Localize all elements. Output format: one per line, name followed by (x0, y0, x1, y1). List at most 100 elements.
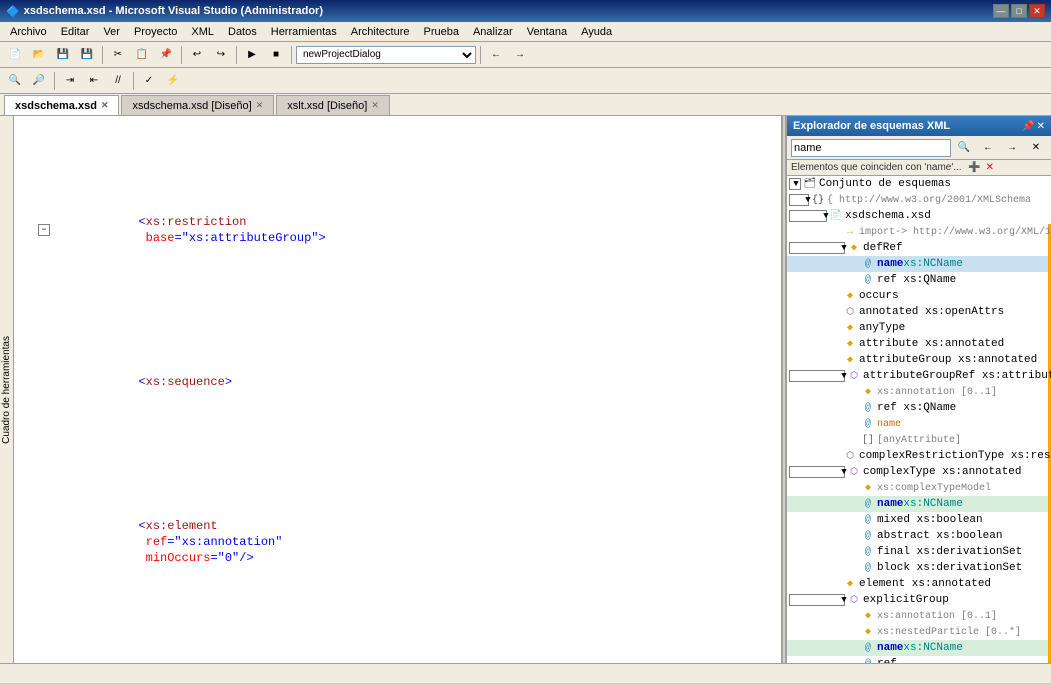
tree-xsdschema[interactable]: ▼ 📄 xsdschema.xsd (787, 208, 1051, 224)
menu-prueba[interactable]: Prueba (417, 25, 464, 39)
tree-expand-attrgroupref[interactable]: ▼ (789, 370, 845, 382)
tree-attrgroup[interactable]: ◆ attributeGroup xs:annotated (787, 352, 1051, 368)
toolbar-undo-btn[interactable]: ↩ (186, 45, 208, 65)
toolbar-cut-btn[interactable]: ✂ (107, 45, 129, 65)
tree-expand-w3c[interactable]: ▼ (789, 194, 809, 206)
toolbar-find-btn[interactable]: 🔎 (28, 71, 50, 91)
tab-xslt-design[interactable]: xslt.xsd [Diseño] ✕ (276, 95, 390, 115)
tree-root[interactable]: ▼ 🗂 Conjunto de esquemas (787, 176, 1051, 192)
toolbar-validate-btn[interactable]: ✓ (138, 71, 160, 91)
tree-attrgroupref[interactable]: ▼ ⬡ attributeGroupRef xs:attributeGrou (787, 368, 1051, 384)
collapse-1[interactable]: − (38, 224, 50, 236)
schema-nav-back-btn[interactable]: ← (977, 138, 999, 158)
menu-archivo[interactable]: Archivo (4, 25, 53, 39)
tree-agr-ref[interactable]: @ ref xs:QName (787, 400, 1051, 416)
tree-occurs[interactable]: ◆ occurs (787, 288, 1051, 304)
tree-expand-defref[interactable]: ▼ (789, 242, 845, 254)
toolbar-save-all-btn[interactable]: 💾 (76, 45, 98, 65)
toolbar-comment-btn[interactable]: // (107, 71, 129, 91)
tree-expand-explicitgroup[interactable]: ▼ (789, 594, 845, 606)
menu-herramientas[interactable]: Herramientas (265, 25, 343, 39)
toolbar-stop-btn[interactable]: ■ (265, 45, 287, 65)
toolbar-copy-btn[interactable]: 📋 (131, 45, 153, 65)
search-results-label: Elementos que coinciden con 'name'... ➕ … (787, 160, 1051, 176)
toolbar-redo-btn[interactable]: ↪ (210, 45, 232, 65)
main-layout: Cuadro de herramientas − <xs:restriction… (0, 116, 1051, 663)
menu-ayuda[interactable]: Ayuda (575, 25, 618, 39)
menu-editar[interactable]: Editar (55, 25, 96, 39)
tree-ct-block[interactable]: @ block xs:derivationSet (787, 560, 1051, 576)
tree-element[interactable]: ◆ element xs:annotated (787, 576, 1051, 592)
menu-proyecto[interactable]: Proyecto (128, 25, 183, 39)
project-combo[interactable]: newProjectDialog (296, 46, 476, 64)
toolbar-build-btn[interactable]: ▶ (241, 45, 263, 65)
tree-defref[interactable]: ▼ ◆ defRef (787, 240, 1051, 256)
toolbar-back-btn[interactable]: ← (485, 45, 507, 65)
menu-analizar[interactable]: Analizar (467, 25, 519, 39)
tree-ct-abstract[interactable]: @ abstract xs:boolean (787, 528, 1051, 544)
toolbar-open-btn[interactable]: 📂 (28, 45, 50, 65)
tree-defref-ref[interactable]: @ ref xs:QName (787, 272, 1051, 288)
tree-w3c[interactable]: ▼ {} { http://www.w3.org/2001/XMLSchema (787, 192, 1051, 208)
tree-eg-name[interactable]: @ name xs:NCName (787, 640, 1051, 656)
search-clear-icon[interactable]: ✕ (986, 162, 994, 173)
tree-ct-name-type: xs:NCName (903, 498, 962, 510)
tree-defref-name[interactable]: @ name xs:NCName (787, 256, 1051, 272)
tree-attribute[interactable]: ◆ attribute xs:annotated (787, 336, 1051, 352)
code-editor[interactable]: − <xs:restriction base="xs:attributeGrou… (14, 116, 782, 663)
panel-close-btn[interactable]: ✕ (1037, 121, 1045, 132)
tree-expand-xsdschema[interactable]: ▼ (789, 210, 827, 222)
agr-name-icon: @ (861, 417, 875, 431)
tree-expand-root[interactable]: ▼ (789, 178, 801, 190)
tree-agr-anyattr[interactable]: [] [anyAttribute] (787, 432, 1051, 448)
tab-close-2[interactable]: ✕ (371, 100, 379, 111)
toolbar-paste-btn[interactable]: 📌 (155, 45, 177, 65)
tree-attrgroupref-label: attributeGroupRef xs:attributeGrou (863, 370, 1051, 382)
close-button[interactable]: ✕ (1029, 4, 1045, 18)
tree-eg-ref[interactable]: @ ref (787, 656, 1051, 663)
menu-ventana[interactable]: Ventana (521, 25, 573, 39)
schema-search-input[interactable] (791, 139, 951, 157)
schema-search-btn[interactable]: 🔍 (953, 138, 975, 158)
tab-close-0[interactable]: ✕ (101, 100, 109, 111)
menu-datos[interactable]: Datos (222, 25, 263, 39)
toolbar-new-btn[interactable]: 📄 (4, 45, 26, 65)
toolbar-search-btn[interactable]: 🔍 (4, 71, 26, 91)
toolbar-forward-btn[interactable]: → (509, 45, 531, 65)
tree-anytype[interactable]: ◆ anyType (787, 320, 1051, 336)
tree-ct-model[interactable]: ◆ xs:complexTypeModel (787, 480, 1051, 496)
toolbar-xslt-btn[interactable]: ⚡ (162, 71, 184, 91)
tree-import[interactable]: → import-> http://www.w3.org/XML/1 (787, 224, 1051, 240)
minimize-button[interactable]: — (993, 4, 1009, 18)
panel-pin-btn[interactable]: 📌 (1022, 121, 1034, 132)
schema-close-btn[interactable]: ✕ (1025, 138, 1047, 158)
menu-architecture[interactable]: Architecture (345, 25, 416, 39)
tree-ct-mixed[interactable]: @ mixed xs:boolean (787, 512, 1051, 528)
tree-expand-complextype[interactable]: ▼ (789, 466, 845, 478)
code-content[interactable]: − <xs:restriction base="xs:attributeGrou… (14, 116, 781, 663)
toolbox-sidebar[interactable]: Cuadro de herramientas (0, 116, 14, 663)
tree-ct-name[interactable]: @ name xs:NCName (787, 496, 1051, 512)
tree-eg-nested[interactable]: ◆ xs:nestedParticle [0..*] (787, 624, 1051, 640)
schema-nav-fwd-btn[interactable]: → (1001, 138, 1023, 158)
menu-ver[interactable]: Ver (97, 25, 126, 39)
tree-explicitgroup[interactable]: ▼ ⬡ explicitGroup (787, 592, 1051, 608)
tree-eg-annotation[interactable]: ◆ xs:annotation [0..1] (787, 608, 1051, 624)
tree-agr-annotation[interactable]: ◆ xs:annotation [0..1] (787, 384, 1051, 400)
schema-tree[interactable]: ▼ 🗂 Conjunto de esquemas ▼ {} { http://w… (787, 176, 1051, 663)
window-controls[interactable]: — □ ✕ (993, 4, 1045, 18)
tree-complextype[interactable]: ▼ ⬡ complexType xs:annotated (787, 464, 1051, 480)
tree-annotated[interactable]: ⬡ annotated xs:openAttrs (787, 304, 1051, 320)
toolbar-save-btn[interactable]: 💾 (52, 45, 74, 65)
tab-close-1[interactable]: ✕ (256, 100, 264, 111)
tree-w3c-label: { http://www.w3.org/2001/XMLSchema (827, 195, 1031, 206)
tab-xsdschema-design[interactable]: xsdschema.xsd [Diseño] ✕ (121, 95, 274, 115)
maximize-button[interactable]: □ (1011, 4, 1027, 18)
tree-ct-final[interactable]: @ final xs:derivationSet (787, 544, 1051, 560)
menu-xml[interactable]: XML (185, 25, 220, 39)
toolbar-outdent-btn[interactable]: ⇤ (83, 71, 105, 91)
tree-agr-name[interactable]: @ name (787, 416, 1051, 432)
toolbar-indent-btn[interactable]: ⇥ (59, 71, 81, 91)
tab-xsdschema[interactable]: xsdschema.xsd ✕ (4, 95, 119, 115)
tree-complexrestriction[interactable]: ⬡ complexRestrictionType xs:restricti (787, 448, 1051, 464)
